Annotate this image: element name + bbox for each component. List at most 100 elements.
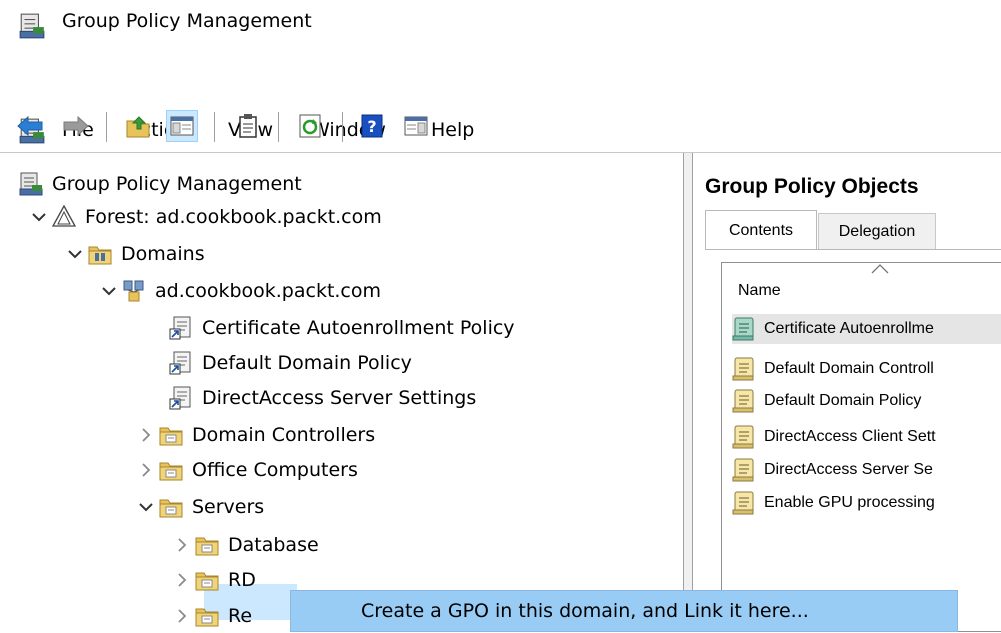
chevron-right-icon[interactable] (170, 568, 194, 592)
tree-ou-child[interactable]: Database (170, 528, 319, 562)
tree-ou-label: Domain Controllers (192, 424, 376, 446)
forward-button[interactable] (60, 110, 92, 142)
column-header-name[interactable]: Name (738, 282, 781, 300)
tree-forest[interactable]: Forest: ad.cookbook.packt.com (27, 200, 382, 234)
chevron-right-icon[interactable] (170, 533, 194, 557)
gpo-list-item-label: Default Domain Policy (764, 392, 922, 409)
tree-gpo-link-label: Default Domain Policy (202, 352, 412, 374)
gpmc-app-icon (18, 171, 44, 197)
chevron-right-icon[interactable] (134, 458, 158, 482)
tree-ou-child[interactable]: Re (170, 599, 252, 633)
toolbar-separator (278, 112, 279, 142)
tree-gpo-link[interactable]: DirectAccess Server Settings (168, 381, 476, 415)
tree-forest-label: Forest: ad.cookbook.packt.com (85, 206, 382, 228)
tab-delegation[interactable]: Delegation (818, 213, 936, 249)
gpo-list-item[interactable]: DirectAccess Server Se (732, 455, 1001, 485)
gpo-list-item-label: DirectAccess Client Sett (764, 428, 936, 445)
ou-folder-icon (158, 457, 184, 483)
tree-ou[interactable]: Servers (134, 490, 264, 524)
chevron-down-icon[interactable] (134, 495, 158, 519)
show-hide-tree-icon (170, 116, 194, 136)
toolbar-separator (214, 112, 215, 142)
properties-button[interactable] (232, 110, 264, 142)
ou-folder-icon (158, 422, 184, 448)
ou-folder-icon (194, 532, 220, 558)
gpo-list-item-label: Default Domain Controll (764, 360, 934, 377)
svg-text:?: ? (367, 117, 376, 136)
context-menu-create-gpo[interactable]: Create a GPO in this domain, and Link it… (290, 590, 958, 632)
gpo-icon (732, 316, 756, 342)
gpo-icon (732, 424, 756, 450)
chevron-down-icon[interactable] (63, 242, 87, 266)
tree-ou[interactable]: Office Computers (134, 453, 358, 487)
forest-icon (51, 204, 77, 227)
tree-root-label: Group Policy Management (52, 173, 302, 195)
help-button[interactable]: ? (356, 110, 388, 142)
gpo-list-item-selected[interactable]: Certificate Autoenrollme (732, 314, 1001, 344)
domains-folder-icon (88, 246, 112, 265)
title-bar: Group Policy Management (0, 0, 1001, 52)
gpo-list-item[interactable]: Default Domain Policy (732, 386, 1001, 416)
tree-ou-label: Office Computers (192, 459, 358, 481)
pane-splitter[interactable] (683, 153, 693, 632)
gpo-list-item[interactable]: Enable GPU processing (732, 488, 1001, 518)
gpo-list-item[interactable]: DirectAccess Client Sett (732, 422, 1001, 452)
tree-domain-label: ad.cookbook.packt.com (155, 280, 382, 302)
menu-bar: File Action View Window Help (0, 56, 1001, 100)
up-level-button[interactable] (122, 110, 154, 142)
gpo-link-icon (168, 315, 194, 341)
ou-folder-icon (194, 567, 220, 593)
tree-root[interactable]: Group Policy Management (18, 167, 302, 201)
window-title: Group Policy Management (62, 10, 312, 32)
tree-ou-child-label: RD (228, 569, 256, 591)
tree-domains[interactable]: Domains (63, 237, 205, 271)
help-icon: ? (361, 114, 383, 138)
tree-domains-label: Domains (121, 243, 205, 265)
gpo-link-icon (168, 350, 194, 376)
tree-gpo-link-label: Certificate Autoenrollment Policy (202, 317, 515, 339)
gpo-list-item-label: Enable GPU processing (764, 494, 935, 511)
chevron-down-icon[interactable] (27, 205, 51, 229)
ou-folder-icon (158, 494, 184, 520)
gpo-icon (732, 490, 756, 516)
chevron-right-icon[interactable] (134, 423, 158, 447)
gpo-list-item-label: DirectAccess Server Se (764, 461, 933, 478)
gpo-list-item-label: Certificate Autoenrollme (764, 320, 934, 337)
tree-ou-child-selected[interactable]: RD (170, 563, 256, 597)
action-pane-icon (404, 116, 428, 136)
domain-icon (123, 280, 144, 302)
gpmc-app-icon (18, 12, 46, 40)
refresh-icon (299, 114, 321, 138)
chevron-right-icon[interactable] (170, 604, 194, 628)
tree-ou[interactable]: Domain Controllers (134, 418, 375, 452)
gpo-icon (732, 356, 756, 382)
tree-ou-child-label: Re (228, 605, 253, 627)
gpo-icon (732, 388, 756, 414)
tree-ou-child-label: Database (228, 534, 319, 556)
refresh-button[interactable] (294, 110, 326, 142)
back-button[interactable] (14, 110, 46, 142)
gpo-link-icon (168, 385, 194, 411)
tree-gpo-link[interactable]: Certificate Autoenrollment Policy (168, 311, 515, 345)
ou-folder-icon (194, 603, 220, 629)
back-arrow-icon (17, 115, 43, 137)
tab-contents[interactable]: Contents (705, 210, 817, 250)
tree-domain[interactable]: ad.cookbook.packt.com (97, 274, 381, 308)
gpo-icon (732, 457, 756, 483)
action-pane-button[interactable] (400, 110, 432, 142)
properties-icon (239, 114, 257, 138)
sort-ascending-icon (871, 264, 889, 274)
tree-ou-label: Servers (192, 496, 265, 518)
context-menu-item-label: Create a GPO in this domain, and Link it… (361, 600, 809, 622)
tree-gpo-link[interactable]: Default Domain Policy (168, 346, 412, 380)
tab-divider (705, 249, 1001, 250)
results-pane-title: Group Policy Objects (705, 175, 919, 198)
toolbar-separator (106, 112, 107, 142)
up-folder-icon (126, 116, 150, 138)
chevron-down-icon[interactable] (97, 279, 121, 303)
toolbar-separator (342, 112, 343, 142)
gpo-list-item[interactable]: Default Domain Controll (732, 354, 1001, 384)
tree-gpo-link-label: DirectAccess Server Settings (202, 387, 477, 409)
forward-arrow-icon (63, 115, 89, 137)
show-hide-tree-button[interactable] (166, 110, 198, 142)
